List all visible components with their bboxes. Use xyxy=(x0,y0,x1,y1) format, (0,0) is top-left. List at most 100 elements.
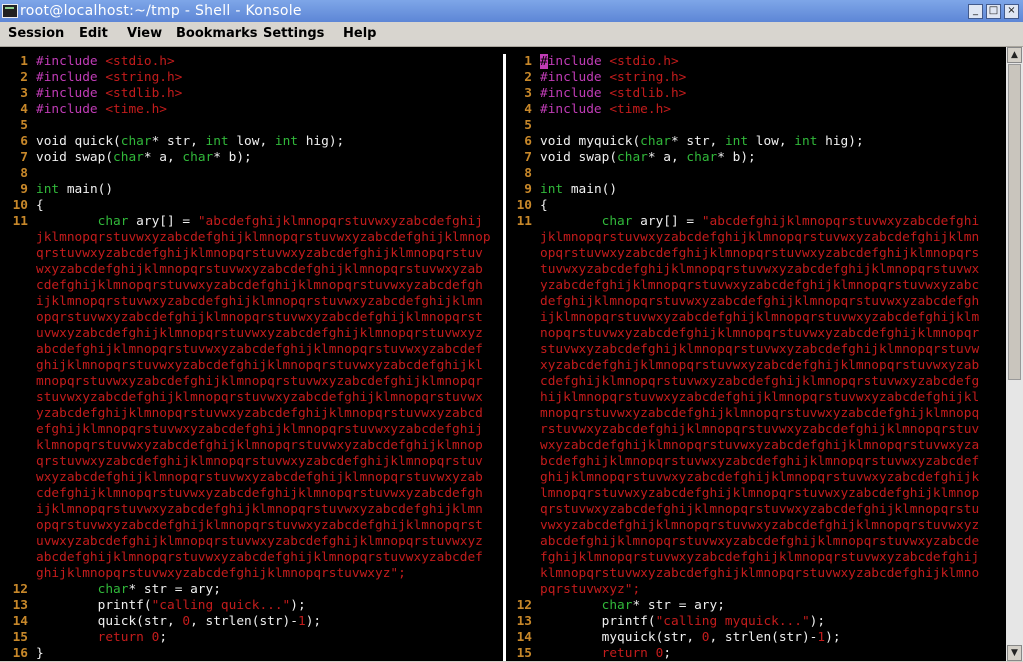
wrapped-string-line: jklmnopqrstuvwxyzabcdefghijklmnopqrstuvw… xyxy=(508,230,998,246)
string-fragment: vwxyzabcdefghijklmnopqrstuvwxyzabcdefghi… xyxy=(540,518,980,533)
wrapped-string-line: jklmnopqrstuvwxyzabcdefghijklmnopqrstuvw… xyxy=(4,230,500,246)
myquick-declaration: void myquick(char* str, int low, int hig… xyxy=(540,134,864,149)
wrapped-string-line: stuvwxyzabcdefghijklmnopqrstuvwxyzabcdef… xyxy=(4,390,500,406)
line-number: 9 xyxy=(524,182,532,197)
code-line: 4 #include <time.h> xyxy=(508,102,998,118)
line-number: 6 xyxy=(524,134,532,149)
vertical-scrollbar[interactable]: ▲ ▼ xyxy=(1006,47,1023,661)
string-fragment: hijklmnopqrstuvwxyzabcdefghijklmnopqrstu… xyxy=(540,390,980,405)
wrapped-string-line: yzabcdefghijklmnopqrstuvwxyzabcdefghijkl… xyxy=(508,278,998,294)
menu-settings[interactable]: Settings xyxy=(263,26,324,41)
code-line: 16} xyxy=(4,646,500,662)
line-number: 15 xyxy=(12,630,28,645)
swap-declaration: void swap(char* a, char* b); xyxy=(540,150,756,165)
header: <stdio.h> xyxy=(97,54,175,69)
directive: #include xyxy=(540,86,602,101)
string-fragment: mnopqrstuvwxyzabcdefghijklmnopqrstuvwxyz… xyxy=(36,374,483,389)
string-fragment: jklmnopqrstuvwxyzabcdefghijklmnopqrstuvw… xyxy=(36,230,491,245)
wrapped-string-line: ghijklmnopqrstuvwxyzabcdefghijklmnopqrst… xyxy=(4,566,500,582)
wrapped-string-line: abcdefghijklmnopqrstuvwxyzabcdefghijklmn… xyxy=(4,342,500,358)
line-number: 1 xyxy=(524,54,532,69)
scrollbar-thumb[interactable] xyxy=(1008,64,1021,380)
scroll-up-icon[interactable]: ▲ xyxy=(1007,47,1022,63)
header: <stdio.h> xyxy=(601,54,679,69)
close-icon[interactable]: × xyxy=(1004,4,1019,19)
string-fragment: opqrstuvwxyzabcdefghijklmnopqrstuvwxyzab… xyxy=(540,246,980,261)
string-fragment: uvwxyzabcdefghijklmnopqrstuvwxyzabcdefgh… xyxy=(36,534,483,549)
line-number: 8 xyxy=(20,166,28,181)
string-fragment: wxyzabcdefghijklmnopqrstuvwxyzabcdefghij… xyxy=(540,438,980,453)
string-fragment: fghijklmnopqrstuvwxyzabcdefghijklmnopqrs… xyxy=(540,550,980,565)
maximize-icon[interactable]: □ xyxy=(986,4,1001,19)
wrapped-string-line: fghijklmnopqrstuvwxyzabcdefghijklmnopqrs… xyxy=(508,550,998,566)
code-line: 11 char ary[] = "abcdefghijklmnopqrstuvw… xyxy=(4,214,500,230)
wrapped-string-line: opqrstuvwxyzabcdefghijklmnopqrstuvwxyzab… xyxy=(4,518,500,534)
directive: #include xyxy=(36,86,98,101)
left-editor-pane[interactable]: 1 #include <stdio.h> 2 #include <string.h>… xyxy=(4,54,500,662)
myquick-call: myquick(str, 0, strlen(str)-1); xyxy=(540,630,841,645)
wrapped-string-line: opqrstuvwxyzabcdefghijklmnopqrstuvwxyzab… xyxy=(4,310,500,326)
code-line: 3 #include <stdlib.h> xyxy=(4,86,500,102)
directive: #include xyxy=(540,70,602,85)
terminal-area[interactable]: 1 #include <stdio.h> 2 #include <string.h>… xyxy=(0,47,1023,661)
header: <stdlib.h> xyxy=(601,86,687,101)
minimize-icon[interactable]: _ xyxy=(968,4,983,19)
wrapped-string-line: mnopqrstuvwxyzabcdefghijklmnopqrstuvwxyz… xyxy=(508,406,998,422)
title-bar[interactable]: root@localhost:~/tmp - Shell - Konsole _… xyxy=(0,0,1023,22)
right-editor-pane[interactable]: 1 #include <stdio.h> 2 #include <string.h>… xyxy=(508,54,998,662)
code-line: 2 #include <string.h> xyxy=(4,70,500,86)
menu-help[interactable]: Help xyxy=(343,26,376,41)
scroll-down-icon[interactable]: ▼ xyxy=(1007,645,1022,661)
wrapped-string-line: qrstuvwxyzabcdefghijklmnopqrstuvwxyzabcd… xyxy=(4,246,500,262)
header: <string.h> xyxy=(97,70,183,85)
string-fragment: ghijklmnopqrstuvwxyzabcdefghijklmnopqrst… xyxy=(36,566,406,581)
string-fragment: qrstuvwxyzabcdefghijklmnopqrstuvwxyzabcd… xyxy=(36,246,483,261)
konsole-app-icon[interactable] xyxy=(2,4,18,18)
code-line: 9 int main() xyxy=(4,182,500,198)
string-fragment: abcdefghijklmnopqrstuvwxyzabcdefghijklmn… xyxy=(36,550,483,565)
wrapped-string-line: wxyzabcdefghijklmnopqrstuvwxyzabcdefghij… xyxy=(4,262,500,278)
string-fragment: cdefghijklmnopqrstuvwxyzabcdefghijklmnop… xyxy=(36,486,483,501)
line-number: 2 xyxy=(524,70,532,85)
menu-edit[interactable]: Edit xyxy=(79,26,108,41)
code-line: 6 void quick(char* str, int low, int hig)… xyxy=(4,134,500,150)
header: <time.h> xyxy=(97,102,167,117)
wrapped-string-line: hijklmnopqrstuvwxyzabcdefghijklmnopqrstu… xyxy=(508,390,998,406)
wrapped-string-line: cdefghijklmnopqrstuvwxyzabcdefghijklmnop… xyxy=(4,486,500,502)
line-number: 16 xyxy=(12,646,28,661)
wrapped-string-line: uvwxyzabcdefghijklmnopqrstuvwxyzabcdefgh… xyxy=(4,326,500,342)
str-declaration: char* str = ary; xyxy=(601,598,725,613)
wrapped-string-line: pqrstuvwxyz"; xyxy=(508,582,998,598)
ary-declaration: char ary[] = "abcdefghijklmnopqrstuvwxyz… xyxy=(601,214,980,229)
menu-bookmarks[interactable]: Bookmarks xyxy=(176,26,258,41)
wrapped-string-line: ghijklmnopqrstuvwxyzabcdefghijklmnopqrst… xyxy=(508,470,998,486)
string-fragment: xyzabcdefghijklmnopqrstuvwxyzabcdefghijk… xyxy=(540,358,980,373)
directive: #include xyxy=(540,102,602,117)
wrapped-string-line: klmnopqrstuvwxyzabcdefghijklmnopqrstuvwx… xyxy=(4,438,500,454)
menu-bar: Session Edit View Bookmarks Settings Hel… xyxy=(0,22,1023,47)
string-fragment: defghijklmnopqrstuvwxyzabcdefghijklmnopq… xyxy=(540,294,980,309)
wrapped-string-line: ijklmnopqrstuvwxyzabcdefghijklmnopqrstuv… xyxy=(508,310,998,326)
menu-view[interactable]: View xyxy=(127,26,162,41)
string-fragment: qrstuvwxyzabcdefghijklmnopqrstuvwxyzabcd… xyxy=(36,454,483,469)
line-number: 11 xyxy=(516,214,532,229)
line-number: 3 xyxy=(524,86,532,101)
wrapped-string-line: wxyzabcdefghijklmnopqrstuvwxyzabcdefghij… xyxy=(508,438,998,454)
code-line: 1 #include <stdio.h> xyxy=(508,54,998,70)
wrapped-string-line: ijklmnopqrstuvwxyzabcdefghijklmnopqrstuv… xyxy=(4,294,500,310)
window-controls: _ □ × xyxy=(968,4,1019,19)
code-line: 12 char* str = ary; xyxy=(4,582,500,598)
string-fragment: uvwxyzabcdefghijklmnopqrstuvwxyzabcdefgh… xyxy=(36,326,483,341)
pane-divider[interactable] xyxy=(503,54,506,661)
string-fragment: qrstuvwxyzabcdefghijklmnopqrstuvwxyzabcd… xyxy=(540,502,980,517)
directive: #include xyxy=(36,54,98,69)
directive: include xyxy=(547,54,602,69)
string-fragment: ghijklmnopqrstuvwxyzabcdefghijklmnopqrst… xyxy=(540,470,980,485)
string-fragment: efghijklmnopqrstuvwxyzabcdefghijklmnopqr… xyxy=(36,422,483,437)
code-line: 5 xyxy=(4,118,500,134)
menu-session[interactable]: Session xyxy=(8,26,64,41)
line-number: 13 xyxy=(516,614,532,629)
string-fragment: stuvwxyzabcdefghijklmnopqrstuvwxyzabcdef… xyxy=(36,390,483,405)
code-line: 13 printf("calling quick..."); xyxy=(4,598,500,614)
code-line: 14 myquick(str, 0, strlen(str)-1); xyxy=(508,630,998,646)
